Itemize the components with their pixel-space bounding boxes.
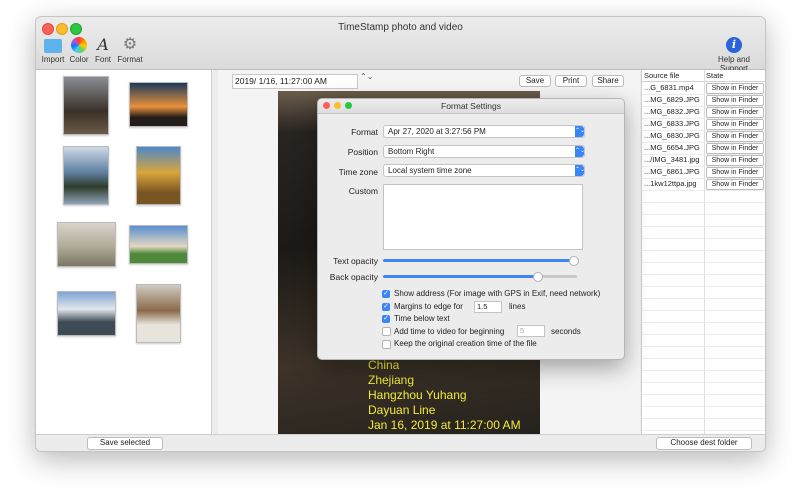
import-label: Import xyxy=(41,55,65,64)
font-label: Font xyxy=(94,55,111,64)
source-file-cell: ...MG_6654.JPG xyxy=(644,143,700,152)
source-file-cell: .../IMG_3481.jpg xyxy=(644,155,700,164)
thumbnail[interactable] xyxy=(63,76,109,135)
thumbnail[interactable] xyxy=(136,146,181,205)
margins-checkbox[interactable]: ✓ xyxy=(382,303,390,311)
show-in-finder-button[interactable]: Show in Finder xyxy=(706,179,764,190)
overlay-text-line: Zhejiang xyxy=(368,373,415,387)
text-opacity-label: Text opacity xyxy=(333,256,378,266)
format-label: Format xyxy=(117,55,143,64)
custom-text-area[interactable] xyxy=(383,184,583,250)
margins-label: Margins to edge for xyxy=(394,302,463,311)
save-button[interactable]: Save xyxy=(519,75,551,87)
add-time-unit: seconds xyxy=(551,327,581,336)
thumbnail[interactable] xyxy=(57,222,116,267)
source-file-cell: ...MG_6833.JPG xyxy=(644,119,700,128)
slider-fill xyxy=(383,259,573,262)
add-time-input[interactable]: 5 xyxy=(517,325,545,337)
position-value: Bottom Right xyxy=(388,147,435,156)
keep-original-label: Keep the original creation time of the f… xyxy=(394,339,537,348)
margins-unit: lines xyxy=(509,302,526,311)
window-title: TimeStamp photo and video xyxy=(338,22,463,33)
show-in-finder-button[interactable]: Show in Finder xyxy=(706,167,764,178)
show-in-finder-button[interactable]: Show in Finder xyxy=(706,107,764,118)
dialog-title: Format Settings xyxy=(441,101,501,111)
overlay-text-line: China xyxy=(368,358,400,372)
format-button[interactable]: ⚙ Format xyxy=(116,36,144,65)
thumbnail[interactable] xyxy=(129,225,188,264)
thumbnail[interactable] xyxy=(57,291,116,336)
save-selected-button[interactable]: Save selected xyxy=(87,437,163,450)
font-icon: A xyxy=(97,35,109,54)
source-file-cell: ...MG_6830.JPG xyxy=(644,131,700,140)
source-file-cell: ...MG_6861.JPG xyxy=(644,167,700,176)
show-address-checkbox[interactable]: ✓ xyxy=(382,290,390,298)
gear-icon: ⚙ xyxy=(122,36,138,53)
source-file-cell: ...MG_6832.JPG xyxy=(644,107,700,116)
color-wheel-icon xyxy=(71,37,87,53)
add-time-checkbox[interactable] xyxy=(382,327,391,336)
format-label: Format xyxy=(351,127,378,137)
source-file-cell: ...G_6831.mp4 xyxy=(644,83,694,92)
show-in-finder-button[interactable]: Show in Finder xyxy=(706,83,764,94)
choose-dest-folder-button[interactable]: Choose dest folder xyxy=(656,437,752,450)
add-time-label: Add time to video for beginning xyxy=(394,327,505,336)
format-popup[interactable]: Apr 27, 2020 at 3:27:56 PM ⌃⌄ xyxy=(383,125,585,138)
slider-knob[interactable] xyxy=(533,272,543,282)
source-file-cell: ...1kw12ttpa.jpg xyxy=(644,179,697,188)
margins-input[interactable]: 1.5 xyxy=(474,301,502,313)
title-bar: TimeStamp photo and video Import Color A… xyxy=(36,17,765,73)
file-list-pane: Source file State ...G_6831.mp4 Show in F… xyxy=(641,70,765,434)
font-button[interactable]: A Font xyxy=(92,35,114,65)
thumbnail[interactable] xyxy=(136,284,181,343)
custom-label: Custom xyxy=(348,186,378,196)
time-below-text-label: Time below text xyxy=(394,314,450,323)
position-label: Position xyxy=(347,147,378,157)
time-below-text-checkbox[interactable]: ✓ xyxy=(382,315,390,323)
date-stepper[interactable]: ⌃⌄ xyxy=(360,73,373,81)
state-header[interactable]: State xyxy=(706,70,724,81)
dialog-title-bar: Format Settings xyxy=(318,99,624,114)
slider-fill xyxy=(383,275,534,278)
overlay-text-line: Hangzhou Yuhang xyxy=(368,388,467,402)
source-file-header[interactable]: Source file xyxy=(644,70,679,81)
share-button[interactable]: Share xyxy=(592,75,624,87)
help-button[interactable]: i Help and Support xyxy=(704,37,764,73)
date-time-field[interactable]: 2019/ 1/16, 11:27:00 AM xyxy=(232,74,358,89)
thumbnail[interactable] xyxy=(129,82,188,127)
import-button[interactable]: Import xyxy=(40,37,66,64)
print-button[interactable]: Print xyxy=(555,75,587,87)
back-opacity-slider[interactable] xyxy=(383,272,577,282)
format-settings-dialog: Format Settings Format Apr 27, 2020 at 3… xyxy=(317,98,625,360)
back-opacity-label: Back opacity xyxy=(329,272,378,282)
overlay-text-line: Jan 16, 2019 at 11:27:00 AM xyxy=(368,418,521,432)
folder-icon xyxy=(44,39,62,53)
popup-arrow-icon: ⌃⌄ xyxy=(575,146,585,157)
position-popup[interactable]: Bottom Right ⌃⌄ xyxy=(383,145,585,158)
popup-arrow-icon: ⌃⌄ xyxy=(575,165,585,176)
show-in-finder-button[interactable]: Show in Finder xyxy=(706,143,764,154)
show-in-finder-button[interactable]: Show in Finder xyxy=(706,131,764,142)
show-in-finder-button[interactable]: Show in Finder xyxy=(706,155,764,166)
color-button[interactable]: Color xyxy=(66,37,92,64)
info-icon: i xyxy=(726,37,742,53)
time-zone-value: Local system time zone xyxy=(388,166,472,175)
overlay-text-line: Dayuan Line xyxy=(368,403,436,417)
text-opacity-slider[interactable] xyxy=(383,256,579,266)
popup-arrow-icon: ⌃⌄ xyxy=(575,126,585,137)
show-in-finder-button[interactable]: Show in Finder xyxy=(706,95,764,106)
keep-original-checkbox[interactable] xyxy=(382,340,391,349)
show-address-label: Show address (For image with GPS in Exif… xyxy=(394,289,601,298)
color-label: Color xyxy=(69,55,89,64)
bottom-bar: Save selected Choose dest folder xyxy=(36,434,765,451)
time-zone-label: Time zone xyxy=(338,167,378,177)
format-value: Apr 27, 2020 at 3:27:56 PM xyxy=(388,127,486,136)
empty-row xyxy=(642,418,765,431)
slider-knob[interactable] xyxy=(569,256,579,266)
time-zone-popup[interactable]: Local system time zone ⌃⌄ xyxy=(383,164,585,177)
thumbnail-pane[interactable] xyxy=(36,70,212,434)
source-file-cell: ...MG_6829.JPG xyxy=(644,95,700,104)
thumbnail[interactable] xyxy=(63,146,109,205)
show-in-finder-button[interactable]: Show in Finder xyxy=(706,119,764,130)
